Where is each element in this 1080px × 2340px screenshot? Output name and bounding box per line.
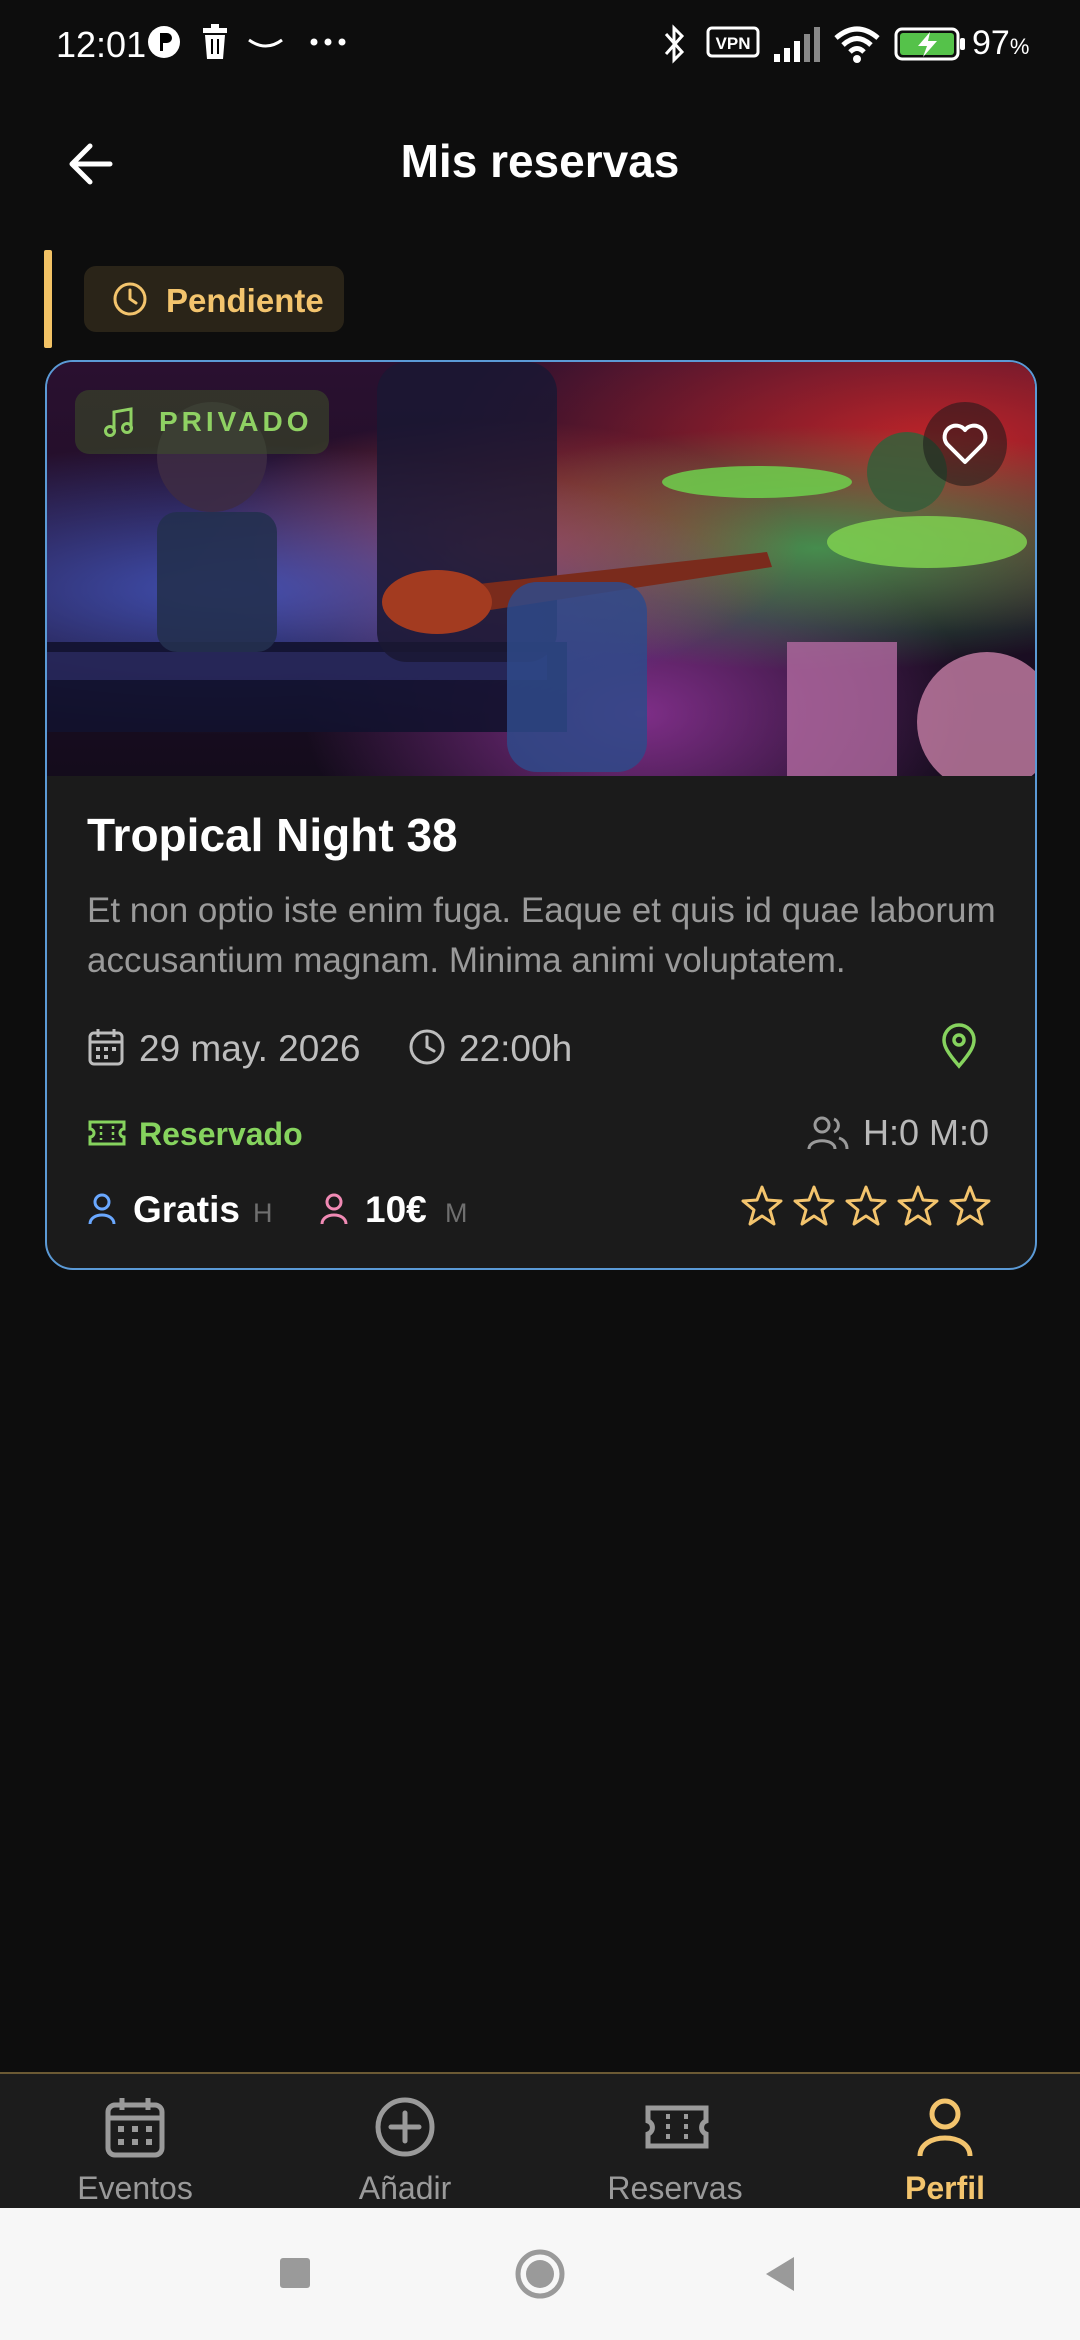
location-pin-icon[interactable] [939, 1022, 979, 1070]
calendar-icon [88, 1029, 124, 1066]
event-description: Et non optio iste enim fuga. Eaque et qu… [87, 891, 996, 980]
nav-item-perfil[interactable]: Perfil [810, 2074, 1080, 2210]
vpn-icon: VPN [706, 26, 760, 58]
star-icon [793, 1185, 835, 1226]
rating-stars[interactable] [741, 1184, 1001, 1233]
event-title: Tropical Night 38 [87, 809, 458, 861]
favorite-button[interactable] [923, 402, 1007, 486]
star-icon [845, 1185, 887, 1226]
bluetooth-icon [664, 24, 685, 64]
event-card[interactable]: PRIVADO Tropical Night 38 Et non optio i… [45, 360, 1037, 1270]
trash-notification-icon [203, 24, 227, 59]
page-title: Mis reservas [400, 135, 680, 187]
ticket-icon [645, 2105, 709, 2149]
more-notifications-icon [310, 38, 346, 46]
calendar-icon [105, 2098, 165, 2158]
clock-icon [409, 1029, 445, 1065]
status-bar: 12:01 VPN 97% [0, 0, 1080, 96]
system-nav-bar [0, 2208, 1080, 2340]
ticket-icon [88, 1120, 126, 1146]
user-icon [917, 2098, 973, 2157]
attendee-count: H:0 M:0 [863, 1112, 990, 1153]
wifi-icon [834, 26, 880, 63]
star-icon [897, 1185, 939, 1226]
nav-label-anadir: Añadir [358, 2170, 452, 2206]
system-back-button[interactable] [762, 2254, 798, 2294]
battery-charging-icon [894, 27, 965, 61]
status-time: 12:01 [56, 24, 147, 65]
event-image: PRIVADO [47, 362, 1035, 792]
svg-text:VPN: VPN [716, 34, 751, 53]
nav-label-eventos: Eventos [77, 2170, 193, 2206]
event-tag: PRIVADO [75, 390, 329, 454]
amazon-notification-icon [248, 38, 283, 48]
home-button[interactable] [514, 2248, 566, 2300]
section-accent-bar [44, 250, 52, 348]
event-date: 29 may. 2026 [139, 1028, 361, 1069]
recents-button[interactable] [278, 2256, 312, 2290]
event-tag-label: PRIVADO [159, 406, 313, 437]
price-male: Gratis [133, 1189, 240, 1230]
nav-label-reservas: Reservas [607, 2170, 743, 2206]
price-male-suffix: H [253, 1198, 273, 1228]
booking-status: Reservado [139, 1116, 303, 1152]
plus-circle-icon [375, 2097, 435, 2157]
nav-item-reservas[interactable]: Reservas [540, 2074, 810, 2210]
users-icon [807, 1116, 849, 1150]
price-female-suffix: M [445, 1198, 468, 1228]
nav-item-eventos[interactable]: Eventos [0, 2074, 270, 2210]
app-notification-icon [148, 26, 180, 58]
female-user-icon [320, 1193, 348, 1225]
heart-icon [942, 423, 988, 464]
signal-icon [774, 27, 820, 62]
price-female: 10€ [365, 1189, 427, 1230]
music-note-icon [104, 407, 133, 437]
event-time: 22:00h [459, 1028, 573, 1069]
nav-label-perfil: Perfil [904, 2170, 986, 2206]
nav-item-anadir[interactable]: Añadir [270, 2074, 540, 2210]
status-badge: Pendiente [84, 266, 344, 332]
clock-icon [113, 282, 147, 316]
male-user-icon [88, 1193, 116, 1225]
battery-percent: 97% [972, 24, 1030, 62]
star-icon [741, 1185, 783, 1226]
status-badge-label: Pendiente [166, 282, 324, 319]
star-icon [949, 1185, 991, 1226]
bottom-nav: Eventos Añadir Reservas Perfil [0, 2072, 1080, 2210]
